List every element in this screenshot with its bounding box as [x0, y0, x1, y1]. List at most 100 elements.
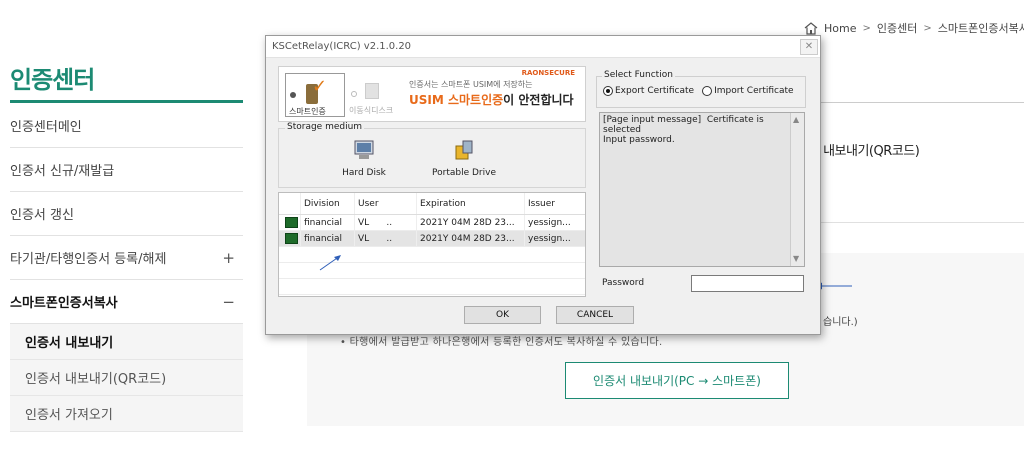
radio-icon: [702, 86, 713, 96]
table-row[interactable]: financial VL .. 2021Y 04M 28D 23... yess…: [279, 231, 585, 247]
page-title: 서 내보내기(QR코드): [808, 144, 920, 159]
select-function-group: Select Function Export Certificate Impor…: [596, 70, 806, 108]
table-cell: yessign...: [528, 217, 571, 228]
sidebar-item-label: 스마트폰인증서복사: [10, 296, 118, 311]
radio-icon: [351, 91, 357, 97]
sidebar-nav: 인증센터메인 인증서 신규/재발급 인증서 갱신 타기관/타행인증서 등록/해제…: [10, 104, 243, 432]
table-cell: VL ..: [355, 231, 417, 246]
radio-label: Export Certificate: [615, 86, 695, 96]
table-cell: 2021Y 04M 28D 23...: [417, 231, 525, 246]
truncation-dots: ..: [386, 233, 393, 244]
ok-button[interactable]: OK: [464, 306, 541, 324]
sidebar-title: 인증센터: [10, 66, 95, 94]
cancel-button[interactable]: CANCEL: [556, 306, 634, 324]
option-label: 이동식디스크: [349, 106, 394, 115]
smart-cert-option[interactable]: ✓ 스마트인증: [285, 73, 345, 117]
hard-disk-option[interactable]: Hard Disk: [329, 139, 399, 178]
table-cell: 2021Y 04M 28D 23...: [417, 215, 525, 230]
portable-drive-label: Portable Drive: [432, 168, 496, 178]
radio-selected-icon: [603, 86, 613, 96]
collapse-icon[interactable]: −: [222, 293, 235, 311]
import-certificate-radio[interactable]: Import Certificate: [702, 86, 794, 96]
storage-legend: Storage medium: [285, 122, 365, 132]
certificate-table: Division User Expiration Issuer financia…: [278, 192, 586, 297]
removable-disk-icon: [365, 83, 379, 99]
content-note: 습니다.): [823, 317, 858, 328]
sidebar-subnav: 인증서 내보내기 인증서 내보내기(QR코드) 인증서 가져오기: [10, 324, 243, 432]
annotation-arrow-icon: [319, 255, 341, 271]
checkmark-icon: ✓: [312, 76, 328, 97]
subnav-item-cert-export[interactable]: 인증서 내보내기: [10, 324, 243, 360]
sidebar-item-cert-center-main[interactable]: 인증센터메인: [10, 104, 243, 148]
table-header: [279, 193, 301, 214]
table-row[interactable]: financial VL .. 2021Y 04M 28D 23... yess…: [279, 215, 585, 231]
table-header[interactable]: Expiration: [417, 193, 525, 214]
export-cert-button[interactable]: 인증서 내보내기(PC → 스마트폰): [565, 362, 789, 399]
home-icon[interactable]: [804, 21, 818, 35]
portable-drive-option[interactable]: Portable Drive: [429, 139, 499, 178]
export-certificate-radio[interactable]: Export Certificate: [603, 86, 694, 96]
dialog-titlebar[interactable]: KSCetRelay(ICRC) v2.1.0.20 ✕: [266, 36, 820, 58]
table-cell: [279, 231, 301, 246]
table-cell: financial: [301, 215, 355, 230]
password-input[interactable]: [691, 275, 804, 292]
truncation-dots: ..: [386, 217, 393, 228]
table-header[interactable]: Issuer: [525, 193, 585, 214]
table-row-empty: [279, 279, 585, 295]
portable-drive-icon: [455, 140, 473, 160]
hard-disk-icon: [354, 140, 374, 159]
message-box[interactable]: [Page input message] Certificate is sele…: [599, 112, 805, 267]
message-text: [Page input message] Certificate is sele…: [603, 115, 764, 145]
password-label: Password: [602, 278, 645, 288]
sidebar-title-divider: [10, 100, 243, 103]
table-cell: yessign...: [528, 233, 571, 244]
sidebar-item-smartphone-cert-copy[interactable]: 스마트폰인증서복사 −: [10, 280, 243, 324]
sidebar-item-cert-renew[interactable]: 인증서 갱신: [10, 192, 243, 236]
function-radio-group: Export Certificate Import Certificate: [603, 86, 794, 96]
scrollbar[interactable]: ▲ ▼: [790, 113, 804, 266]
option-label: 스마트인증: [289, 107, 326, 116]
page: { "breadcrumb": { "home": "Home", "sep":…: [0, 0, 1024, 456]
sidebar-item-other-bank-cert[interactable]: 타기관/타행인증서 등록/해제 +: [10, 236, 243, 280]
scroll-up-icon[interactable]: ▲: [793, 115, 799, 125]
cert-relay-dialog: KSCetRelay(ICRC) v2.1.0.20 ✕ ✓ 스마트인증 이동식…: [265, 35, 821, 335]
expand-icon[interactable]: +: [222, 249, 235, 267]
banner-headline: USIM 스마트인증이 안전합니다: [409, 91, 574, 108]
table-cell: VL ..: [355, 215, 417, 230]
banner-text: 인증서는 스마트폰 USIM에 저장하는: [409, 80, 533, 89]
breadcrumb-level2[interactable]: 스마트폰인증서복사: [938, 20, 1024, 36]
main-divider: [820, 102, 1024, 103]
table-header-row: Division User Expiration Issuer: [279, 193, 585, 215]
close-icon[interactable]: ✕: [800, 38, 818, 55]
table-cell: financial: [301, 231, 355, 246]
sidebar-item-label: 인증서 신규/재발급: [10, 164, 115, 179]
subnav-item-cert-export-qr[interactable]: 인증서 내보내기(QR코드): [10, 360, 243, 396]
user-name: VL: [358, 233, 370, 244]
certificate-icon: [284, 233, 298, 244]
main-divider: [820, 222, 1024, 223]
sidebar-item-cert-issue[interactable]: 인증서 신규/재발급: [10, 148, 243, 192]
select-function-legend: Select Function: [602, 70, 675, 80]
promo-banner: ✓ 스마트인증 이동식디스크 RAONSECURE 인증서는 스마트폰 USIM…: [278, 66, 586, 122]
sidebar-item-label: 인증센터메인: [10, 120, 82, 135]
breadcrumb-separator: >: [862, 22, 871, 34]
breadcrumb-home[interactable]: Home: [824, 22, 856, 35]
dialog-title: KSCetRelay(ICRC) v2.1.0.20: [272, 41, 412, 52]
breadcrumb-separator: >: [923, 22, 932, 34]
removable-disk-option[interactable]: 이동식디스크: [349, 73, 407, 117]
scroll-down-icon[interactable]: ▼: [793, 254, 799, 264]
table-header[interactable]: Division: [301, 193, 355, 214]
banner-highlight: USIM 스마트인증: [409, 93, 504, 107]
subnav-item-cert-import[interactable]: 인증서 가져오기: [10, 396, 243, 432]
table-cell: [279, 215, 301, 230]
user-name: VL: [358, 217, 370, 228]
hard-disk-label: Hard Disk: [342, 168, 386, 178]
sidebar-item-label: 타기관/타행인증서 등록/해제: [10, 252, 167, 267]
radio-icon: [290, 92, 296, 98]
table-header[interactable]: User: [355, 193, 417, 214]
brand-logo: RAONSECURE: [521, 69, 575, 77]
sidebar-item-label: 인증서 갱신: [10, 208, 74, 223]
breadcrumb-level1[interactable]: 인증센터: [877, 20, 917, 36]
breadcrumb: Home > 인증센터 > 스마트폰인증서복사: [804, 20, 1024, 36]
banner-headline-rest: 이 안전합니다: [503, 93, 574, 107]
